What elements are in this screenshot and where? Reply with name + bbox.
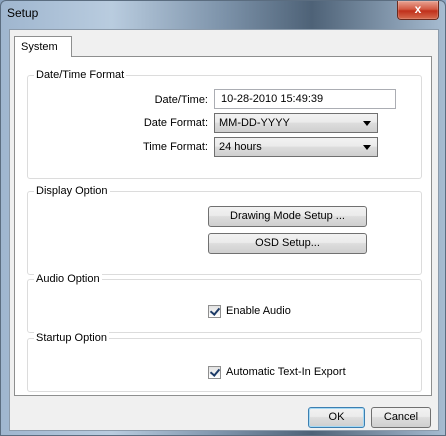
drawing-mode-setup-button[interactable]: Drawing Mode Setup ... xyxy=(208,206,367,227)
date-format-select[interactable]: MM-DD-YYYY xyxy=(214,113,378,133)
dialog-client-area: System Date/Time Format Date/Time: 10-28… xyxy=(9,29,439,431)
chevron-down-icon xyxy=(363,121,371,126)
enable-audio-label[interactable]: Enable Audio xyxy=(226,305,291,317)
time-format-label: Time Format: xyxy=(143,141,208,153)
osd-setup-button[interactable]: OSD Setup... xyxy=(208,233,367,254)
cancel-button[interactable]: Cancel xyxy=(371,407,431,428)
close-button[interactable]: x xyxy=(397,1,439,20)
window-title: Setup xyxy=(7,6,39,20)
datetime-group-label: Date/Time Format xyxy=(34,69,127,81)
display-option-group: Display Option Drawing Mode Setup ... OS… xyxy=(27,185,422,275)
startup-group-label: Startup Option xyxy=(34,332,109,344)
startup-option-group: Startup Option Automatic Text-In Export xyxy=(27,332,422,392)
time-format-value: 24 hours xyxy=(219,141,262,153)
datetime-format-group: Date/Time Format Date/Time: 10-28-2010 1… xyxy=(27,69,422,179)
time-format-select[interactable]: 24 hours xyxy=(214,137,378,157)
date-format-label: Date Format: xyxy=(143,117,208,129)
datetime-label: Date/Time: xyxy=(154,94,208,106)
datetime-field[interactable]: 10-28-2010 15:49:39 xyxy=(214,89,396,109)
display-group-label: Display Option xyxy=(34,185,110,197)
close-icon: x xyxy=(414,2,422,16)
ok-button[interactable]: OK xyxy=(308,407,365,428)
title-bar[interactable]: Setup x xyxy=(1,1,445,29)
enable-audio-checkbox[interactable] xyxy=(208,305,221,318)
auto-text-in-export-label[interactable]: Automatic Text-In Export xyxy=(226,366,346,378)
chevron-down-icon xyxy=(363,145,371,150)
setup-window: Setup x System Date/Time Format Date/Tim… xyxy=(0,0,446,436)
system-tab-panel: Date/Time Format Date/Time: 10-28-2010 1… xyxy=(14,56,432,396)
audio-group-label: Audio Option xyxy=(34,273,102,285)
date-format-value: MM-DD-YYYY xyxy=(219,117,290,129)
tab-system[interactable]: System xyxy=(14,36,72,57)
auto-text-in-export-checkbox[interactable] xyxy=(208,366,221,379)
audio-option-group: Audio Option Enable Audio xyxy=(27,273,422,333)
